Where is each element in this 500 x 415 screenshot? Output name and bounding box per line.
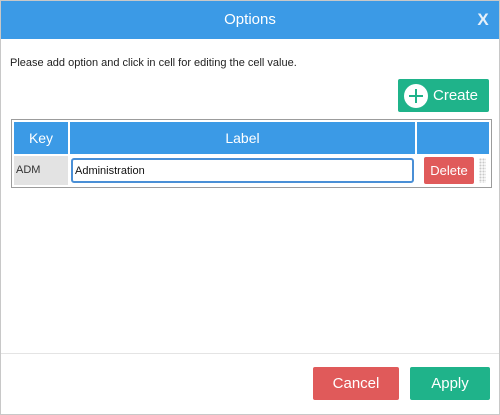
- column-header-label: Label: [70, 122, 415, 154]
- column-header-key: Key: [14, 122, 68, 154]
- instruction-text: Please add option and click in cell for …: [10, 57, 297, 69]
- row-key-cell[interactable]: ADM: [14, 156, 68, 185]
- cancel-button[interactable]: Cancel: [313, 367, 399, 400]
- apply-button[interactable]: Apply: [410, 367, 490, 400]
- dialog-title: Options: [224, 11, 276, 28]
- create-button[interactable]: Create: [398, 79, 489, 112]
- close-icon[interactable]: X: [475, 10, 491, 30]
- footer-divider: [1, 353, 499, 354]
- row-action-cell: Delete: [417, 156, 489, 185]
- delete-button[interactable]: Delete: [424, 157, 474, 184]
- dialog-titlebar: Options X: [1, 1, 499, 39]
- plus-circle-icon: [404, 84, 428, 108]
- options-dialog: Options X Please add option and click in…: [0, 0, 500, 415]
- row-label-cell[interactable]: [70, 156, 415, 185]
- column-header-action: [417, 122, 489, 154]
- options-grid: Key Label ADM Delete: [11, 119, 492, 188]
- create-button-label: Create: [433, 87, 479, 104]
- label-input[interactable]: [71, 158, 414, 183]
- drag-handle-icon[interactable]: [479, 158, 486, 183]
